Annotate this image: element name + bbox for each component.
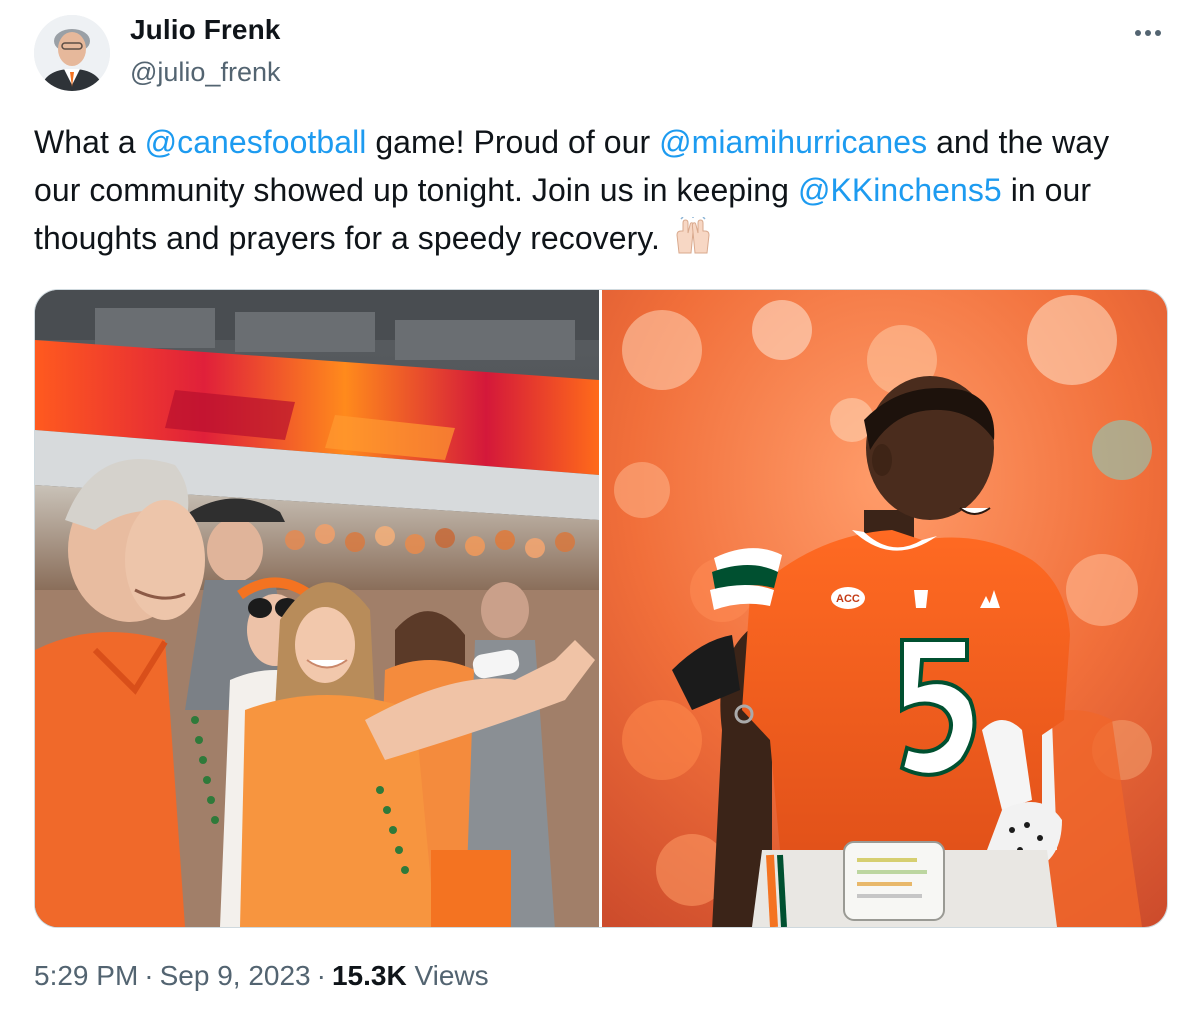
- photo-football-player[interactable]: 5 ACC: [602, 290, 1167, 927]
- author-display-name[interactable]: Julio Frenk: [130, 14, 280, 46]
- tweet-media-grid: 5 ACC: [34, 289, 1168, 928]
- author-handle[interactable]: @julio_frenk: [130, 57, 280, 88]
- mention-link-canesfootball[interactable]: @canesfootball: [145, 124, 367, 160]
- tweet-date[interactable]: Sep 9, 2023: [160, 960, 311, 991]
- author-avatar[interactable]: [34, 15, 110, 91]
- raising-hands-icon: [673, 216, 713, 268]
- views-label: Views: [414, 960, 489, 991]
- acc-patch-label: ACC: [836, 593, 860, 605]
- views-count[interactable]: 15.3K: [332, 960, 407, 991]
- more-options-icon[interactable]: [1128, 18, 1168, 48]
- mention-link-kkinchens5[interactable]: @KKinchens5: [798, 172, 1002, 208]
- photo-fans-in-stands[interactable]: [35, 290, 599, 927]
- tweet-text-segment: game! Proud of our: [366, 124, 660, 160]
- meta-separator: ·: [144, 960, 154, 991]
- meta-separator: ·: [316, 960, 326, 991]
- tweet-time[interactable]: 5:29 PM: [34, 960, 138, 991]
- tweet-text-segment: What a: [34, 124, 145, 160]
- tweet-metadata: 5:29 PM · Sep 9, 2023 · 15.3K Views: [34, 960, 489, 992]
- tweet-text: What a @canesfootball game! Proud of our…: [34, 118, 1164, 268]
- avatar-portrait: [34, 15, 110, 91]
- mention-link-miamihurricanes[interactable]: @miamihurricanes: [659, 124, 927, 160]
